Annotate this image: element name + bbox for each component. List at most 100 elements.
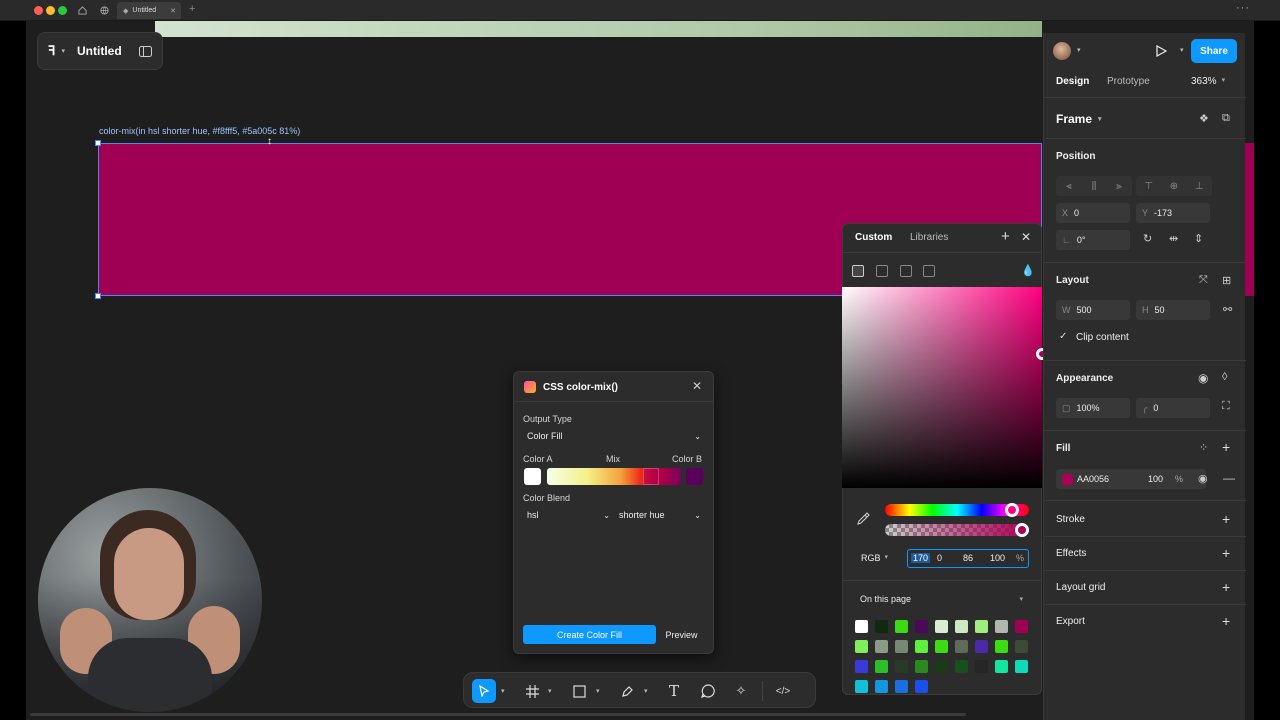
constrain-proportions-icon[interactable]: ⚯ [1223,303,1232,316]
vertical-align-group[interactable]: ⊤ ⊕ ⊥ [1136,176,1212,196]
x-input[interactable]: X 0 [1056,203,1130,223]
gradient-fill-icon[interactable] [876,265,888,277]
swatch-source-select[interactable]: On this page ▾ [855,590,1029,608]
align-middle-icon[interactable]: ⊕ [1170,181,1178,192]
opacity-input[interactable]: ▢ 100% [1056,398,1130,418]
actions-icon[interactable]: ✧ [729,679,753,703]
add-stroke-icon[interactable]: + [1222,512,1230,526]
resize-handle[interactable] [95,293,101,299]
align-bottom-icon[interactable]: ⊥ [1195,181,1204,192]
chevron-down-icon[interactable]: ▾ [1077,46,1081,54]
color-swatch[interactable] [895,680,908,693]
color-swatch[interactable] [955,660,968,673]
red-input[interactable]: 170 [911,553,931,563]
saturation-value-area[interactable] [842,287,1042,488]
color-swatch[interactable] [875,640,888,653]
video-fill-icon[interactable] [923,265,935,277]
more-icon[interactable]: ··· [1236,2,1250,14]
sidebar-toggle-icon[interactable] [139,45,152,57]
solid-fill-icon[interactable] [852,265,864,277]
home-icon[interactable] [77,5,87,15]
color-swatch[interactable] [955,620,968,633]
color-swatch[interactable] [995,620,1008,633]
independent-corners-icon[interactable]: ⛶ [1222,400,1230,413]
frame-tool-icon[interactable] [520,679,544,703]
color-mode-select[interactable]: RGB ▾ [861,553,888,563]
color-swatch[interactable] [875,620,888,633]
pen-tool-icon[interactable] [615,679,639,703]
color-swatch[interactable] [995,640,1008,653]
close-window-button[interactable] [34,6,43,15]
alpha-slider[interactable] [885,524,1029,536]
add-export-icon[interactable]: + [1222,614,1230,628]
align-right-icon[interactable]: ⫸ [1116,181,1122,192]
y-input[interactable]: Y -173 [1136,203,1210,223]
fill-hex-input[interactable]: AA0056 [1077,474,1109,484]
zoom-select[interactable]: 363% ▾ [1191,76,1225,87]
color-a-swatch[interactable] [524,468,541,485]
file-menu[interactable]: ꟻ ▾ Untitled [37,32,163,70]
styles-icon[interactable]: ⁘ [1199,441,1208,454]
minimize-window-button[interactable] [46,6,55,15]
dev-mode-icon[interactable]: </> [771,679,795,703]
color-swatch[interactable] [875,660,888,673]
color-swatch[interactable] [915,620,928,633]
color-swatch[interactable] [1015,640,1028,653]
output-type-select[interactable]: Color Fill ⌄ [523,427,704,445]
color-swatch[interactable] [935,620,948,633]
close-icon[interactable]: ✕ [1021,230,1031,244]
remove-fill-icon[interactable]: — [1223,471,1235,485]
fill-visibility-icon[interactable]: ◉ [1198,472,1208,485]
hue-slider-thumb[interactable] [1005,503,1019,517]
frame-type-select[interactable]: Frame ▾ [1056,112,1102,126]
add-effect-icon[interactable]: + [1222,546,1230,560]
add-style-icon[interactable]: + [1001,228,1010,245]
text-tool-icon[interactable]: T [662,679,686,703]
color-swatch[interactable] [895,620,908,633]
align-top-icon[interactable]: ⊤ [1144,181,1153,192]
blend-mode-icon[interactable]: 💧 [1021,264,1035,277]
color-swatch[interactable] [875,680,888,693]
color-swatch[interactable] [1015,660,1028,673]
blend-mode-icon[interactable]: ◊ [1222,371,1227,383]
align-center-icon[interactable]: ⫼ [1092,181,1097,192]
present-icon[interactable] [1156,45,1167,57]
color-swatch[interactable] [855,640,868,653]
color-swatch[interactable] [995,660,1008,673]
color-swatch[interactable] [855,680,868,693]
add-layout-grid-icon[interactable]: + [1222,580,1230,594]
horizontal-scrollbar[interactable] [30,713,966,716]
chevron-down-icon[interactable]: ▾ [596,687,600,695]
chevron-down-icon[interactable]: ▾ [61,47,65,55]
rotation-input[interactable]: ∟ 0° [1056,230,1130,250]
tab-close-icon[interactable]: ✕ [170,7,176,15]
comment-tool-icon[interactable] [696,679,720,703]
height-input[interactable]: H 50 [1136,300,1210,320]
globe-icon[interactable] [99,5,109,15]
color-swatch[interactable] [1015,620,1028,633]
visibility-eye-icon[interactable]: ◉ [1198,371,1208,385]
align-left-icon[interactable]: ⫷ [1066,181,1072,192]
preview-button[interactable]: Preview [659,625,704,644]
horizontal-align-group[interactable]: ⫷ ⫼ ⫸ [1056,176,1132,196]
rectangle-tool-icon[interactable] [567,679,591,703]
add-fill-icon[interactable]: + [1222,440,1230,454]
maximize-window-button[interactable] [58,6,67,15]
hue-method-select[interactable]: shorter hue ⌄ [615,506,704,524]
mix-slider[interactable] [547,468,681,485]
color-swatch[interactable] [915,680,928,693]
color-swatch[interactable] [975,660,988,673]
user-avatar[interactable] [1053,42,1071,60]
eyedropper-icon[interactable] [857,512,870,525]
chevron-down-icon[interactable]: ▾ [501,687,505,695]
tab-prototype[interactable]: Prototype [1107,76,1150,87]
color-swatch[interactable] [895,660,908,673]
alpha-input[interactable]: 100 [990,553,1005,563]
chevron-down-icon[interactable]: ▾ [644,687,648,695]
mask-icon[interactable]: ⧉ [1222,112,1230,125]
image-fill-icon[interactable] [900,265,912,277]
close-icon[interactable]: ✕ [692,379,702,393]
browser-tab[interactable]: ◆ Untitled ✕ [117,2,181,19]
blue-input[interactable]: 86 [963,553,973,563]
share-button[interactable]: Share [1191,39,1237,63]
